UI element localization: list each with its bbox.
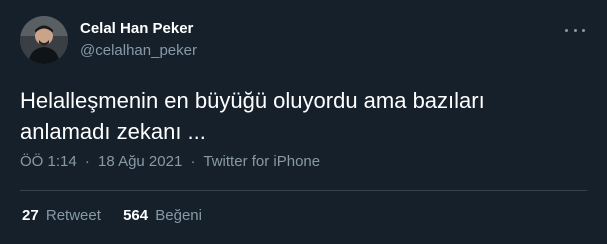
tweet-card: Celal Han Peker @celalhan_peker Helalleş… — [0, 0, 607, 244]
more-options-button[interactable] — [565, 24, 585, 36]
likes-stat[interactable]: 564 Beğeni — [123, 207, 202, 224]
meta-separator: · — [84, 153, 90, 170]
author-block: Celal Han Peker @celalhan_peker — [80, 21, 197, 58]
tweet-source[interactable]: Twitter for iPhone — [203, 153, 320, 170]
retweets-stat[interactable]: 27 Retweet — [22, 207, 101, 224]
retweets-label: Retweet — [45, 207, 101, 224]
tweet-stats: 27 Retweet 564 Beğeni — [22, 207, 220, 224]
avatar-photo-icon — [20, 16, 68, 64]
tweet-text: Helalleşmenin en büyüğü oluyordu ama baz… — [20, 88, 485, 144]
author-handle[interactable]: @celalhan_peker — [80, 43, 197, 58]
meta-separator: · — [190, 153, 196, 170]
likes-label: Beğeni — [155, 207, 202, 224]
tweet-time[interactable]: ÖÖ 1:14 — [20, 153, 77, 170]
retweets-count: 27 — [22, 207, 39, 224]
tweet-meta: ÖÖ 1:14 · 18 Ağu 2021 · Twitter for iPho… — [20, 153, 320, 170]
avatar[interactable] — [20, 16, 68, 64]
divider — [20, 190, 587, 191]
tweet-date[interactable]: 18 Ağu 2021 — [98, 153, 182, 170]
author-name[interactable]: Celal Han Peker — [80, 21, 197, 36]
likes-count: 564 — [123, 207, 149, 224]
more-dot-icon — [573, 28, 577, 32]
more-dot-icon — [582, 28, 585, 32]
more-dot-icon — [565, 28, 568, 32]
